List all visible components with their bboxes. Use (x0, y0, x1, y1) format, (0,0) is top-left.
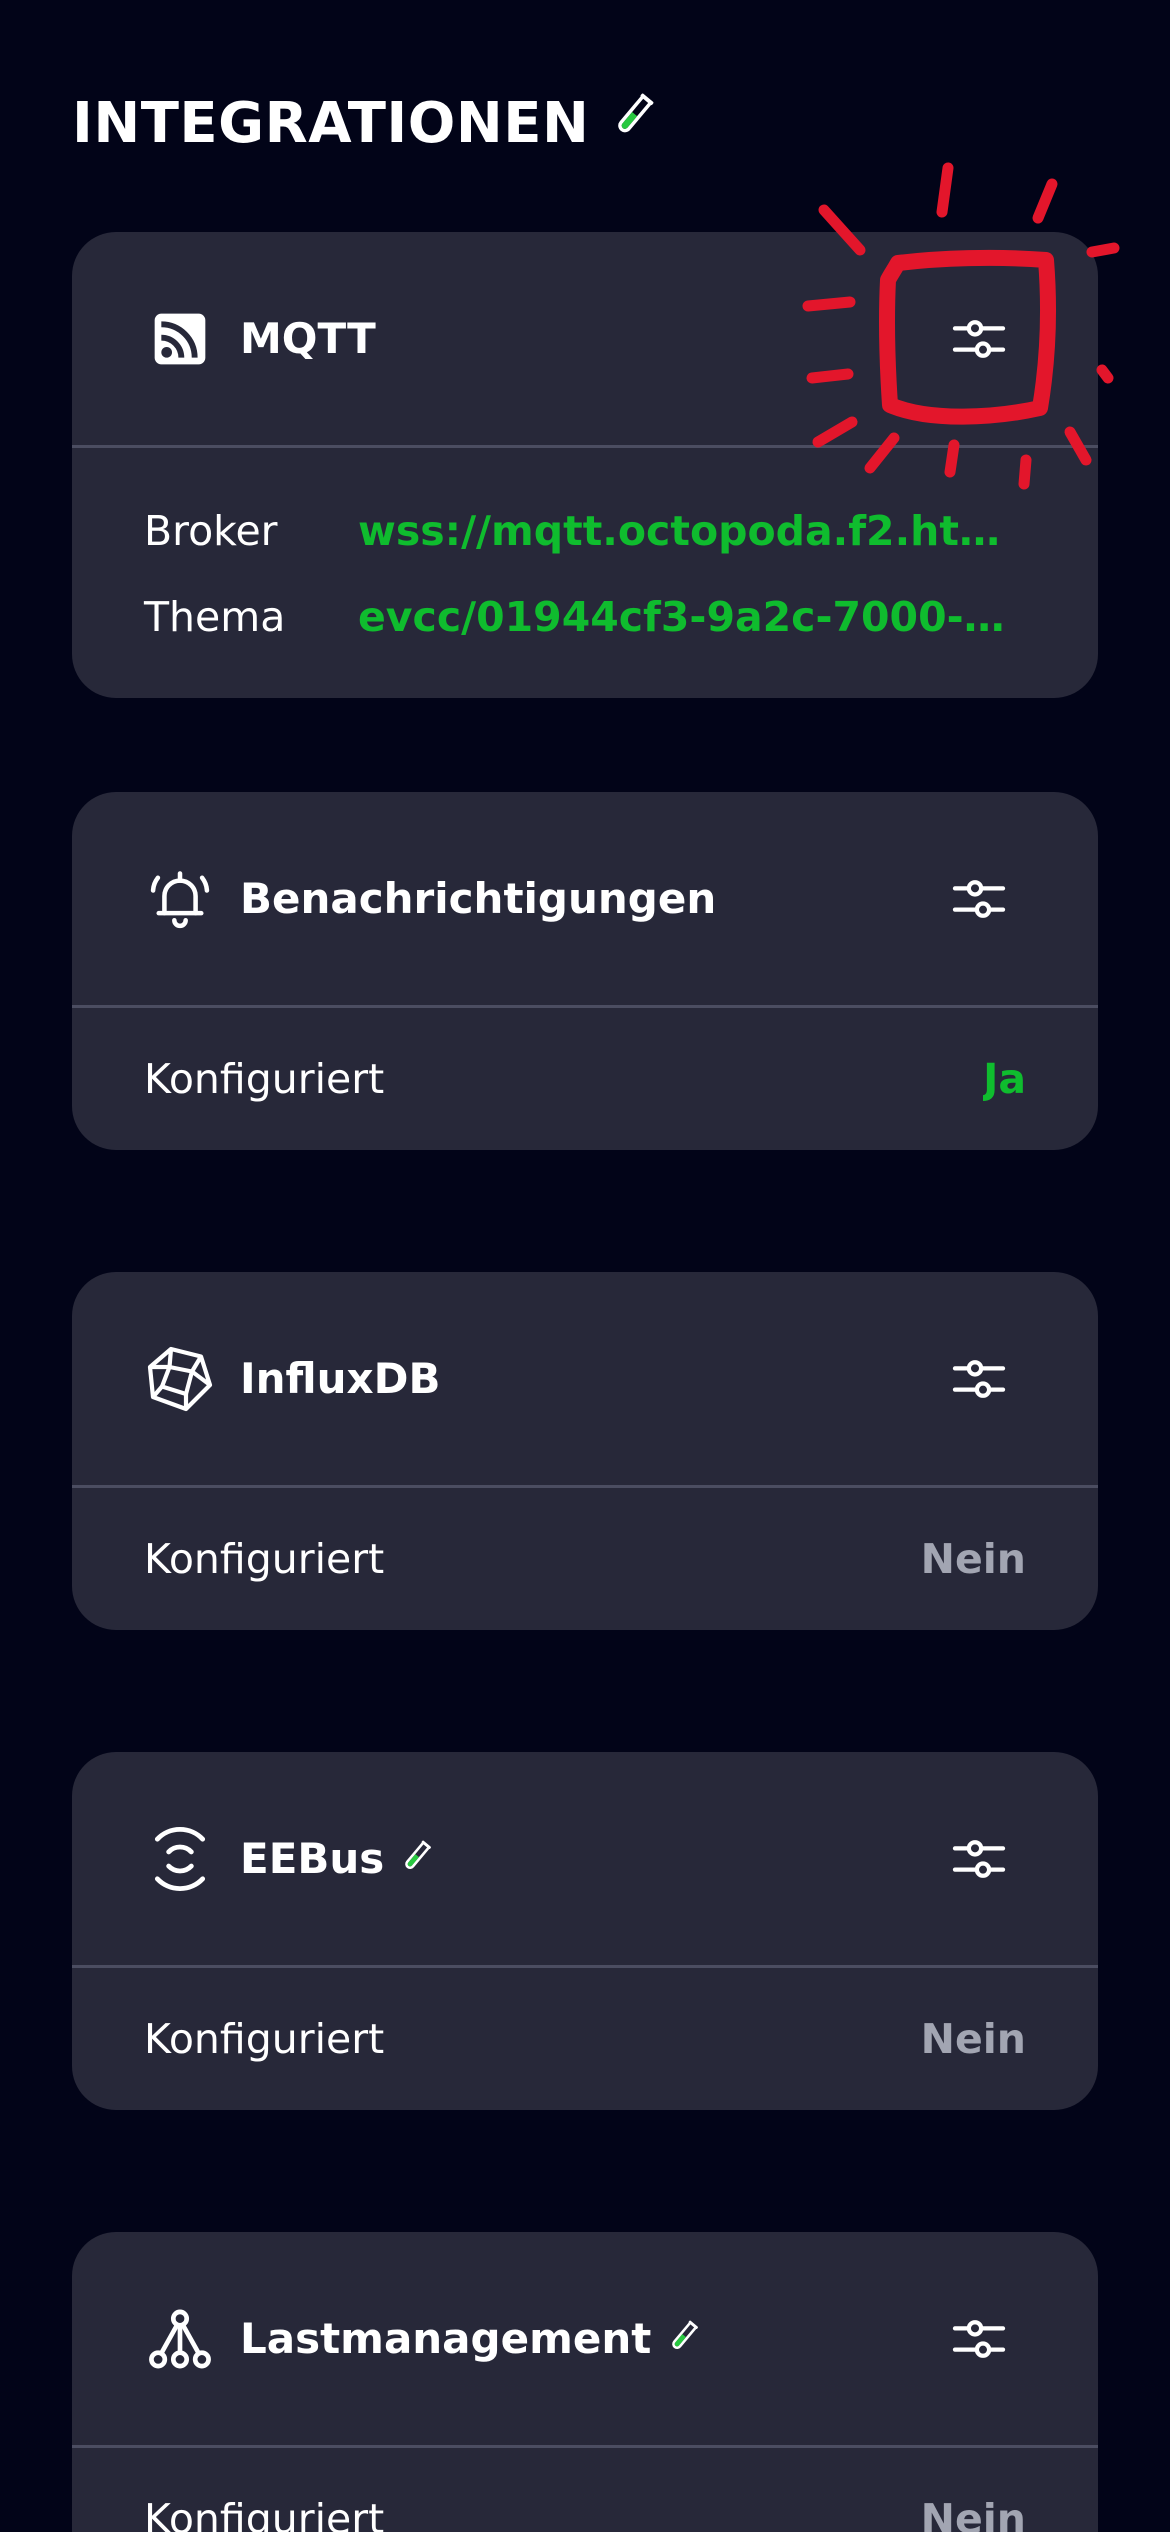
test-tube-icon (661, 2315, 705, 2363)
loadmanagement-card: Lastmanagement Konfiguriert Nein (72, 2232, 1098, 2532)
notifications-card-body: Konfiguriert Ja (72, 1008, 1098, 1150)
topic-value: evcc/01944cf3-9a2c-7000-a8... (358, 593, 1018, 641)
eebus-icon (144, 1823, 216, 1895)
eebus-configured-row: Konfiguriert Nein (144, 1996, 1026, 2082)
page-title: INTEGRATIONEN (72, 90, 590, 156)
notifications-configured-row: Konfiguriert Ja (144, 1036, 1026, 1122)
loadmanagement-card-header: Lastmanagement (72, 2232, 1098, 2448)
mqtt-card: MQTT Broker wss://mqtt.octopoda.f2.htw-.… (72, 232, 1098, 698)
loadmanagement-card-body: Konfiguriert Nein (72, 2448, 1098, 2532)
eebus-card: EEBus Konfiguriert Nein (72, 1752, 1098, 2110)
configured-value: Nein (920, 1535, 1026, 1583)
sliders-icon (952, 879, 1006, 918)
influxdb-configured-row: Konfiguriert Nein (144, 1516, 1026, 1602)
broker-label: Broker (144, 507, 278, 555)
configured-label: Konfiguriert (144, 1055, 385, 1103)
sliders-icon (952, 1839, 1006, 1878)
configured-label: Konfiguriert (144, 2495, 385, 2532)
influxdb-icon (144, 1343, 216, 1415)
sliders-icon (952, 2319, 1006, 2358)
section-header: INTEGRATIONEN (72, 86, 663, 160)
topic-row: Thema evcc/01944cf3-9a2c-7000-a8... (144, 574, 1026, 660)
eebus-card-body: Konfiguriert Nein (72, 1968, 1098, 2110)
eebus-title: EEBus (240, 1834, 385, 1883)
loadmanagement-title: Lastmanagement (240, 2314, 652, 2363)
loadmanagement-settings-button[interactable] (944, 2304, 1014, 2374)
load-network-icon (144, 2303, 216, 2375)
test-tube-icon (603, 86, 663, 160)
influxdb-card-body: Konfiguriert Nein (72, 1488, 1098, 1630)
notifications-card-header: Benachrichtigungen (72, 792, 1098, 1008)
bell-icon (144, 863, 216, 935)
topic-label: Thema (144, 593, 286, 641)
mqtt-card-body: Broker wss://mqtt.octopoda.f2.htw-... Th… (72, 448, 1098, 698)
test-tube-icon (394, 1835, 438, 1883)
integrations-page: INTEGRATIONEN MQTT Broker wss://mqtt.oct… (0, 0, 1170, 2532)
broker-row: Broker wss://mqtt.octopoda.f2.htw-... (144, 488, 1026, 574)
eebus-settings-button[interactable] (944, 1824, 1014, 1894)
configured-value: Ja (983, 1055, 1026, 1103)
influxdb-title: InfluxDB (240, 1354, 441, 1403)
eebus-card-header: EEBus (72, 1752, 1098, 1968)
influxdb-settings-button[interactable] (944, 1344, 1014, 1414)
loadmanagement-configured-row: Konfiguriert Nein (144, 2476, 1026, 2532)
sliders-icon (952, 319, 1006, 358)
influxdb-card-header: InfluxDB (72, 1272, 1098, 1488)
configured-value: Nein (920, 2495, 1026, 2532)
notifications-title: Benachrichtigungen (240, 874, 717, 923)
configured-value: Nein (920, 2015, 1026, 2063)
configured-label: Konfiguriert (144, 1535, 385, 1583)
mqtt-title: MQTT (240, 314, 376, 363)
notifications-card: Benachrichtigungen Konfiguriert Ja (72, 792, 1098, 1150)
sliders-icon (952, 1359, 1006, 1398)
broker-value: wss://mqtt.octopoda.f2.htw-... (358, 507, 1018, 555)
mqtt-card-header: MQTT (72, 232, 1098, 448)
influxdb-card: InfluxDB Konfiguriert Nein (72, 1272, 1098, 1630)
mqtt-settings-button[interactable] (944, 304, 1014, 374)
notifications-settings-button[interactable] (944, 864, 1014, 934)
rss-feed-icon (144, 303, 216, 375)
configured-label: Konfiguriert (144, 2015, 385, 2063)
